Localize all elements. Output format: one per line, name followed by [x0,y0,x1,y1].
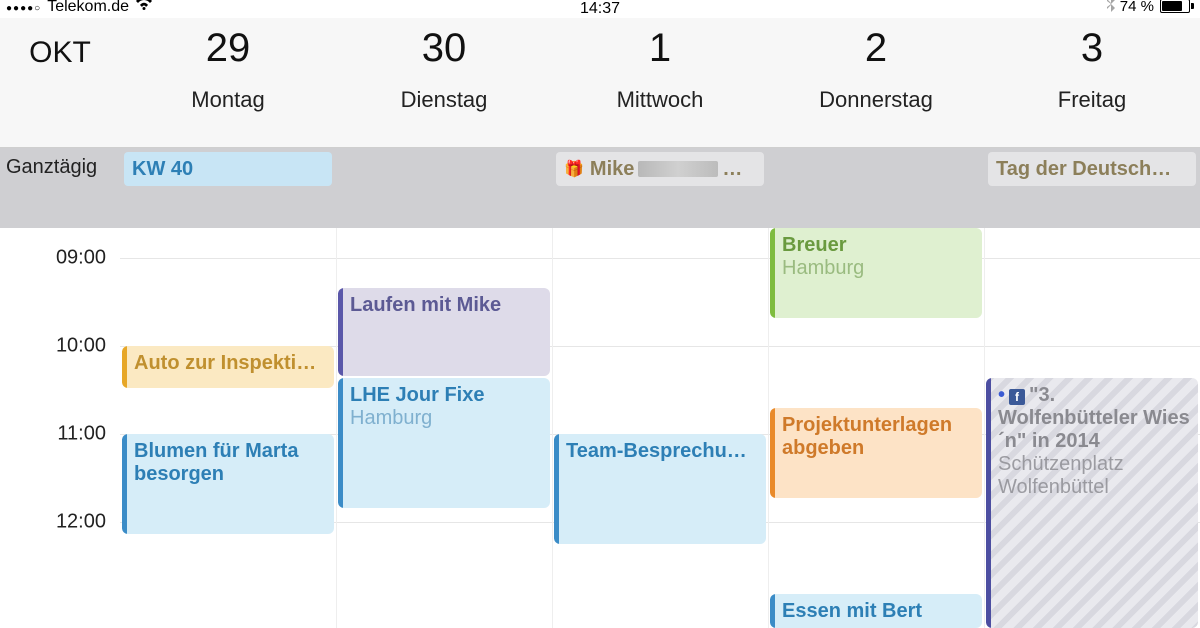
event-color-bar [770,408,775,498]
event-laufen-mike[interactable]: Laufen mit Mike [338,288,550,376]
event-location: Hamburg [350,407,542,430]
event-title: LHE Jour Fixe [350,384,542,407]
allday-event-mike-birthday[interactable]: 🎁 Mike … [556,152,764,186]
clock-label: 14:37 [580,0,620,18]
day-name: Mittwoch [617,87,704,113]
event-suffix: … [722,158,742,181]
day-name: Dienstag [401,87,488,113]
gridline [984,228,985,628]
time-label: 12:00 [56,511,106,534]
status-left: ●●●●○ Telekom.de [6,0,153,16]
event-title: Tag der Deutsch… [996,158,1171,181]
event-title: Projektunterlagen abgeben [782,414,974,460]
event-title: Essen mit Bert [782,600,974,623]
signal-icon: ●●●●○ [6,0,41,16]
facebook-icon: f [1009,389,1025,405]
month-label: OKT [0,18,120,147]
event-wiesn-facebook[interactable]: •f"3. Wolfenbütteler Wies´n" in 2014 Sch… [986,378,1198,628]
event-essen-bert[interactable]: Essen mit Bert [770,594,982,628]
event-title-text: "3. Wolfenbütteler Wies´n" in 2014 [998,384,1190,452]
day-header-thu[interactable]: 2 Donnerstag [768,18,984,147]
time-grid[interactable]: 09:00 10:00 11:00 12:00 Auto zur Inspekt… [0,228,1200,628]
event-projektunterlagen[interactable]: Projektunterlagen abgeben [770,408,982,498]
event-color-bar [338,288,343,376]
gridline [120,258,1200,259]
time-label: 10:00 [56,335,106,358]
allday-label: Ganztägig [0,148,120,228]
gridline [552,228,553,628]
event-auto-inspektion[interactable]: Auto zur Inspekti… [122,346,334,388]
gift-icon: 🎁 [564,159,584,179]
event-color-bar [122,434,127,534]
day-num: 30 [422,26,467,71]
event-location: Schützenplatz Wolfenbüttel [998,453,1190,499]
bluetooth-icon [1106,0,1116,16]
calendar-header: OKT 29 Montag 30 Dienstag 1 Mittwoch 2 D… [0,18,1200,148]
event-team-besprechung[interactable]: Team-Besprechu… [554,434,766,544]
day-header-tue[interactable]: 30 Dienstag [336,18,552,147]
battery-icon [1158,0,1194,13]
day-num: 2 [865,26,887,71]
event-title: Auto zur Inspekti… [134,352,326,375]
allday-event-kw40[interactable]: KW 40 [124,152,332,186]
day-name: Freitag [1058,87,1126,113]
allday-event-holiday[interactable]: Tag der Deutsch… [988,152,1196,186]
allday-wed[interactable]: 🎁 Mike … [552,148,768,228]
gridline [336,228,337,628]
event-color-bar [122,346,127,388]
time-label: 11:00 [57,423,106,446]
day-header-fri[interactable]: 3 Freitag [984,18,1200,147]
allday-tue[interactable] [336,148,552,228]
event-breuer[interactable]: Breuer Hamburg [770,228,982,318]
day-num: 3 [1081,26,1103,71]
day-name: Montag [191,87,264,113]
day-name: Donnerstag [819,87,933,113]
carrier-label: Telekom.de [47,0,129,16]
event-color-bar [554,434,559,544]
day-header-mon[interactable]: 29 Montag [120,18,336,147]
status-dot-icon: • [998,384,1005,406]
battery-pct-label: 74 % [1120,0,1154,15]
status-right: 74 % [1106,0,1194,16]
time-label: 09:00 [56,247,106,270]
day-num: 1 [649,26,671,71]
day-num: 29 [206,26,251,71]
event-title: Breuer [782,234,974,257]
event-color-bar [986,378,991,628]
gridline [768,228,769,628]
event-title: Laufen mit Mike [350,294,542,317]
allday-mon[interactable]: KW 40 [120,148,336,228]
redacted-icon [638,161,718,177]
event-title: KW 40 [132,158,193,181]
allday-fri[interactable]: Tag der Deutsch… [984,148,1200,228]
status-bar: ●●●●○ Telekom.de 14:37 74 % [0,0,1200,18]
allday-thu[interactable] [768,148,984,228]
event-color-bar [770,594,775,628]
event-location: Hamburg [782,257,974,280]
event-title: Blumen für Marta besorgen [134,440,326,486]
event-color-bar [770,228,775,318]
event-lhe-jourfixe[interactable]: LHE Jour Fixe Hamburg [338,378,550,508]
event-title: Mike [590,158,634,181]
event-blumen-marta[interactable]: Blumen für Marta besorgen [122,434,334,534]
allday-row: Ganztägig KW 40 🎁 Mike … Tag der Deutsch… [0,148,1200,228]
wifi-icon [135,0,153,16]
event-color-bar [338,378,343,508]
event-title: Team-Besprechu… [566,440,758,463]
event-title: •f"3. Wolfenbütteler Wies´n" in 2014 [998,384,1190,453]
day-header-wed[interactable]: 1 Mittwoch [552,18,768,147]
